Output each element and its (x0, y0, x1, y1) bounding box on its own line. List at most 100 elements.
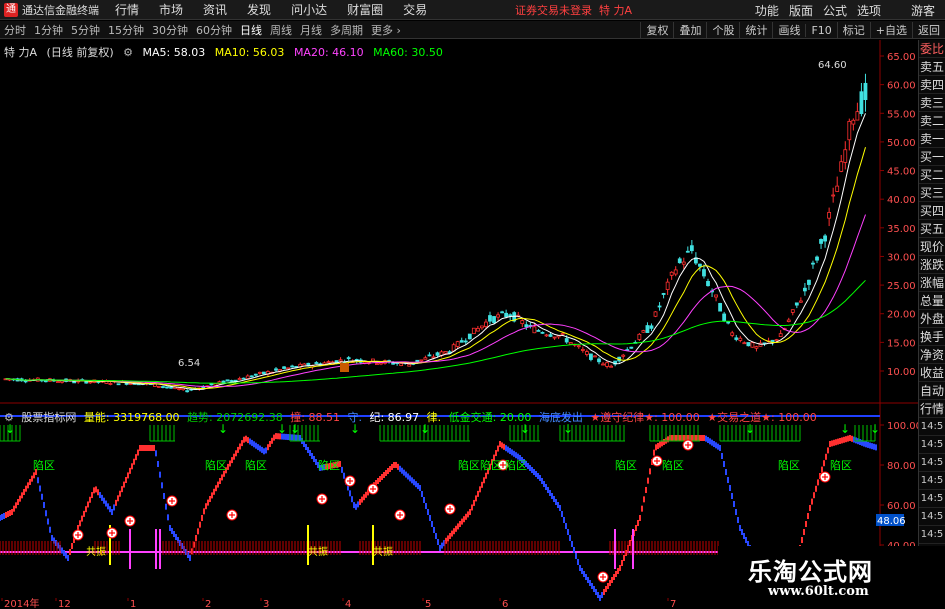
candle-body (427, 354, 432, 357)
tool-adjust[interactable]: 复权 (640, 22, 673, 38)
period-60min[interactable]: 60分钟 (192, 22, 236, 38)
menu-news[interactable]: 资讯 (203, 1, 227, 18)
candle-body (649, 325, 654, 329)
tool-overlay[interactable]: 叠加 (673, 22, 706, 38)
side-item[interactable]: 总量 (919, 292, 945, 310)
side-item[interactable]: 现价 (919, 238, 945, 256)
tool-back[interactable]: 返回 (912, 22, 945, 38)
candle-body (282, 366, 286, 369)
side-item[interactable]: 卖四 (919, 76, 945, 94)
side-item[interactable]: 买一 (919, 148, 945, 166)
time-tick-label: 3 (263, 599, 269, 609)
band-label: 共振 (373, 545, 393, 558)
indicator-gear-icon[interactable]: ⚙ (4, 411, 14, 424)
stock-chart[interactable]: 65.00 60.00 55.00 50.00 45.00 40.00 35.00 30.00… (0, 40, 918, 609)
menu-trade[interactable]: 交易 (403, 1, 427, 18)
candle-body (435, 352, 440, 356)
menu-wealth-circle[interactable]: 财富圈 (347, 1, 383, 18)
legend-ma20: MA20: 46.10 (293, 46, 364, 59)
candle-body (257, 371, 262, 374)
period-1min[interactable]: 1分钟 (30, 22, 67, 38)
tool-add-watchlist[interactable]: +自选 (869, 22, 912, 38)
candle-body (245, 375, 250, 379)
candle-body (580, 348, 585, 351)
side-item[interactable]: 行情 (919, 400, 945, 418)
side-item[interactable]: 换手 (919, 328, 945, 346)
candle-body (161, 386, 165, 388)
side-item[interactable]: 卖二 (919, 112, 945, 130)
candle-body (786, 319, 791, 322)
menu-discover[interactable]: 发现 (247, 1, 271, 18)
candle-body (702, 269, 706, 277)
period-30min[interactable]: 30分钟 (148, 22, 192, 38)
side-item[interactable]: 自动 (919, 382, 945, 400)
candle-body (560, 332, 565, 335)
period-multi[interactable]: 多周期 (326, 22, 367, 38)
side-time: 14:5 (919, 418, 945, 436)
menu-formula[interactable]: 公式 (823, 2, 847, 19)
period-weekly[interactable]: 周线 (266, 22, 296, 38)
candle-body (399, 363, 404, 366)
price-panel (0, 40, 880, 403)
side-item[interactable]: 涨跌 (919, 256, 945, 274)
candle-body (855, 111, 860, 121)
candle-body (60, 380, 64, 383)
candle-body (589, 353, 593, 360)
side-item[interactable]: 涨幅 (919, 274, 945, 292)
period-more[interactable]: 更多 › (367, 22, 405, 38)
side-item[interactable]: 卖一 (919, 130, 945, 148)
side-item[interactable]: 买三 (919, 184, 945, 202)
menu-ask[interactable]: 问小达 (291, 1, 327, 18)
side-item[interactable]: 净资 (919, 346, 945, 364)
tool-draw[interactable]: 画线 (772, 22, 805, 38)
period-daily[interactable]: 日线 (236, 22, 266, 38)
band-label: 共振 (308, 545, 328, 558)
side-item[interactable]: 收益 (919, 364, 945, 382)
side-item[interactable]: 买四 (919, 202, 945, 220)
period-monthly[interactable]: 月线 (296, 22, 326, 38)
legend-gear-icon[interactable]: ⚙ (123, 46, 133, 59)
period-5min[interactable]: 5分钟 (67, 22, 104, 38)
time-tick-label: 7 (670, 599, 676, 609)
side-item[interactable]: 外盘 (919, 310, 945, 328)
tool-mark[interactable]: 标记 (836, 22, 870, 38)
time-tick-label: 2 (205, 599, 211, 609)
side-item[interactable]: 买二 (919, 166, 945, 184)
menu-options[interactable]: 选项 (857, 2, 881, 19)
menu-layout[interactable]: 版面 (789, 2, 813, 19)
menu-function[interactable]: 功能 (755, 2, 779, 19)
event-marker-icon[interactable] (340, 363, 349, 372)
login-notice[interactable]: 证券交易未登录 特 力A (515, 2, 632, 18)
period-15min[interactable]: 15分钟 (104, 22, 148, 38)
candle-body (576, 345, 581, 348)
candle-body (475, 327, 480, 332)
side-item[interactable]: 卖三 (919, 94, 945, 112)
zone-label: 陷区 (778, 458, 800, 472)
guest-label[interactable]: 游客 (911, 2, 935, 19)
price-tick-label: 10.00 (887, 367, 916, 378)
period-intraday[interactable]: 分时 (0, 22, 30, 38)
candle-body (484, 321, 488, 327)
watermark-title: 乐淘公式网 (748, 558, 873, 586)
candle-body (673, 269, 678, 275)
menu-market[interactable]: 市场 (159, 1, 183, 18)
candle-body (722, 313, 727, 322)
side-item[interactable]: 卖五 (919, 58, 945, 76)
candle-body (407, 363, 412, 367)
tool-f10[interactable]: F10 (805, 23, 836, 37)
side-item[interactable]: 委比 (919, 40, 945, 58)
zone-label: 陷区 (505, 458, 527, 472)
indicator-legend: ⚙ 股票指标网 量能: 3319768.00 趋势: 2072692.38 撞:… (4, 409, 821, 425)
indicator-tick-label: 60.00 (887, 501, 916, 512)
price-tick-label: 50.00 (887, 138, 916, 149)
tool-stock[interactable]: 个股 (706, 22, 739, 38)
menu-market-quotes[interactable]: 行情 (115, 1, 139, 18)
candle-body (520, 320, 525, 325)
indicator-p4: 律. (426, 411, 442, 424)
time-tick-label: 5 (425, 599, 431, 609)
indicator-volume: 量能: 3319768.00 (83, 411, 180, 424)
app-logo-icon: 通 (4, 2, 18, 17)
tool-stats[interactable]: 统计 (739, 22, 772, 38)
candle-body (338, 359, 343, 362)
side-item[interactable]: 买五 (919, 220, 945, 238)
